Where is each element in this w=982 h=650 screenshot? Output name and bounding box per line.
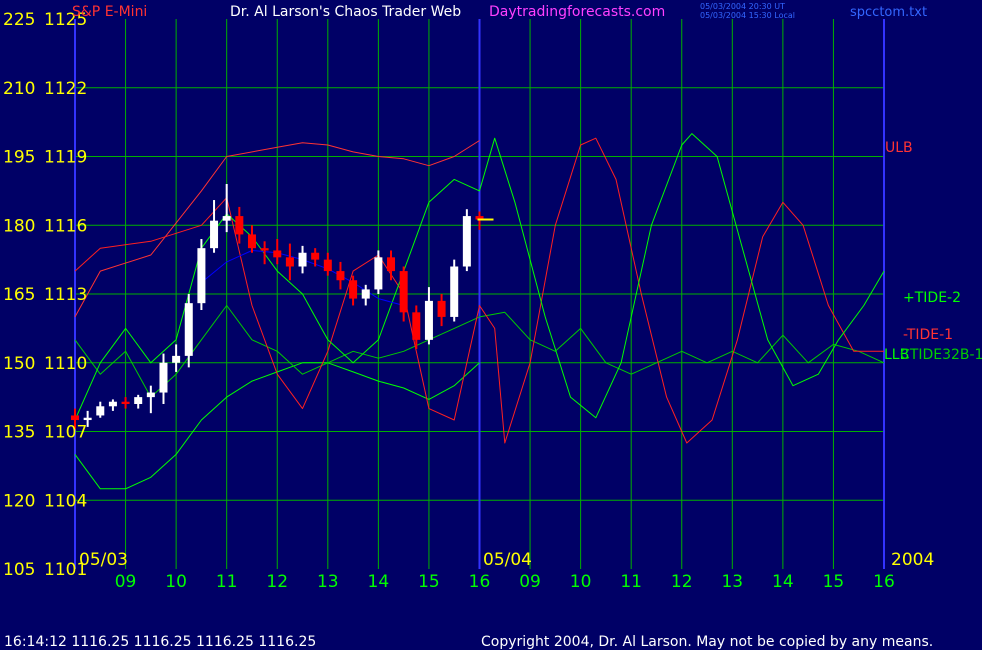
- hour-label: 11: [620, 572, 642, 592]
- timestamp-utc: 05/03/2004 20:30 UT: [700, 2, 785, 11]
- date-label: 05/03: [79, 550, 128, 570]
- quote-readout: 16:14:12 1116.25 1116.25 1116.25 1116.25: [4, 634, 316, 650]
- price-bar-body: [311, 252, 320, 260]
- left-axis-label: 150: [3, 354, 35, 374]
- site-link[interactable]: Daytradingforecasts.com: [489, 4, 665, 20]
- price-bar-body: [146, 392, 155, 398]
- price-bar-body: [222, 216, 231, 221]
- price-bar-body: [71, 415, 79, 421]
- left-axis-label: 195: [3, 148, 35, 168]
- timestamp-local: 05/03/2004 15:30 Local: [700, 11, 795, 20]
- hour-label: 15: [823, 572, 845, 592]
- price-bar-body: [285, 257, 294, 267]
- price-bar-body: [235, 216, 244, 235]
- price-bar-body: [197, 248, 206, 304]
- price-bar-body: [134, 397, 143, 404]
- hour-label: 10: [165, 572, 187, 592]
- series-label: +TIDE-2: [903, 290, 961, 306]
- hour-label: 11: [216, 572, 238, 592]
- price-axis-label: 1116: [44, 216, 87, 236]
- hour-label: 14: [368, 572, 390, 592]
- price-bar-body: [323, 259, 332, 272]
- price-axis-label: 1104: [44, 491, 87, 511]
- series-label: ULB: [885, 140, 913, 156]
- left-axis-label: 165: [3, 285, 35, 305]
- price-bar-body: [462, 216, 471, 267]
- file-name: spcctom.txt: [850, 5, 927, 20]
- left-axis-label: 105: [3, 560, 35, 580]
- price-bar-body: [424, 300, 433, 340]
- instrument-label: S&P E-Mini: [72, 4, 147, 20]
- price-bar-body: [260, 248, 269, 251]
- price-axis-label: 1107: [44, 423, 87, 443]
- price-axis-label: 1119: [44, 148, 87, 168]
- price-bar-body: [247, 234, 256, 249]
- price-axis-label: 1122: [44, 79, 87, 99]
- price-bar-body: [437, 300, 446, 317]
- year-label: 2004: [891, 550, 934, 570]
- price-bar-body: [450, 266, 459, 317]
- hour-label: 14: [772, 572, 794, 592]
- left-axis-label: 225: [3, 10, 35, 30]
- copyright-notice: Copyright 2004, Dr. Al Larson. May not b…: [481, 634, 933, 650]
- chaos-trader-chart: 225 1125210 1122195 1119180 1116165 1113150 11…: [0, 0, 982, 650]
- hour-label: 13: [721, 572, 743, 592]
- price-bar-body: [273, 250, 282, 258]
- series-label: -TIDE-1: [903, 327, 953, 343]
- price-bar-body: [172, 355, 181, 363]
- date-label: 05/04: [483, 550, 532, 570]
- left-axis-label: 210: [3, 79, 35, 99]
- price-axis-label: 1110: [44, 354, 87, 374]
- hour-label: 13: [317, 572, 339, 592]
- hour-label: 16: [469, 572, 491, 592]
- hour-label: 12: [266, 572, 288, 592]
- hour-label: 09: [519, 572, 541, 592]
- hour-label: 16: [873, 572, 895, 592]
- hour-label: 10: [570, 572, 592, 592]
- price-bar-body: [83, 417, 92, 421]
- price-bar-body: [349, 280, 358, 299]
- price-bar-body: [374, 257, 383, 290]
- hour-label: 09: [115, 572, 137, 592]
- price-bar-body: [387, 257, 396, 272]
- hour-label: 12: [671, 572, 693, 592]
- price-bar-body: [399, 271, 408, 313]
- price-bar-body: [361, 289, 370, 299]
- price-bar-body: [336, 271, 345, 281]
- site-title: Dr. Al Larson's Chaos Trader Web: [230, 4, 461, 20]
- price-bar-body: [108, 401, 117, 407]
- price-bar-body: [184, 303, 193, 356]
- left-axis-label: 120: [3, 491, 35, 511]
- left-axis-label: 180: [3, 216, 35, 236]
- price-bar-body: [298, 252, 307, 267]
- price-bar-body: [412, 312, 421, 340]
- price-axis-label: 1113: [44, 285, 87, 305]
- series-label: CTIDE32B-1: [900, 347, 982, 363]
- price-bar-body: [96, 406, 105, 416]
- price-bar-body: [159, 362, 168, 393]
- price-bar-body: [121, 401, 130, 404]
- price-bar-body: [210, 220, 219, 249]
- hour-label: 15: [418, 572, 440, 592]
- left-axis-label: 135: [3, 423, 35, 443]
